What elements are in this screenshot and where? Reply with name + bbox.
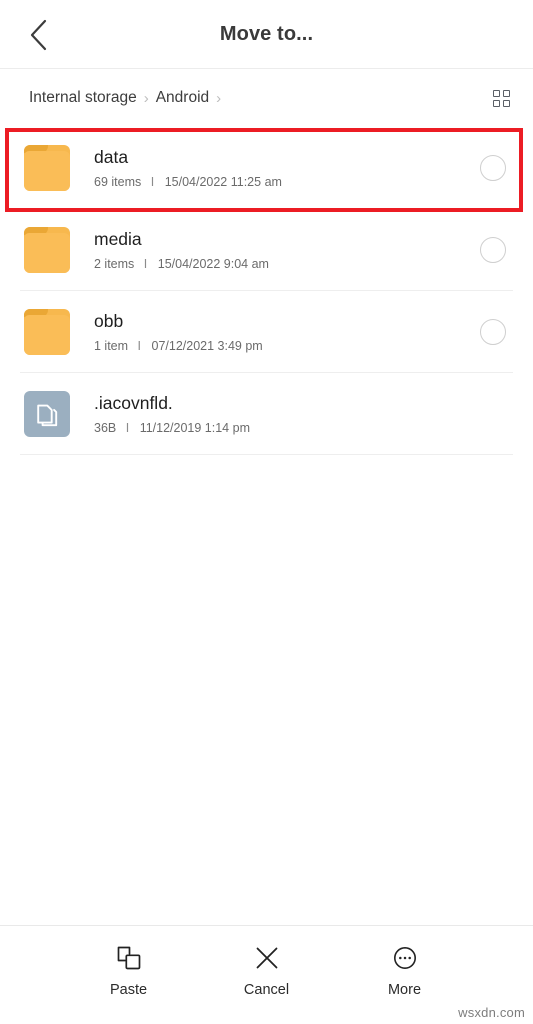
paste-button[interactable]: Paste	[84, 943, 174, 998]
file-subtitle: 2 items I 15/04/2022 9:04 am	[94, 257, 480, 272]
file-subtitle: 36B I 11/12/2019 1:14 pm	[94, 421, 480, 436]
close-x-icon	[253, 943, 281, 973]
chevron-right-icon: ›	[143, 89, 149, 107]
row-divider	[20, 454, 513, 455]
grid-cell	[492, 89, 500, 97]
paste-label: Paste	[109, 982, 148, 998]
folder-icon	[24, 227, 70, 273]
chevron-right-icon: ›	[216, 89, 222, 107]
file-name: .iacovnfld.	[94, 393, 173, 413]
cancel-label: Cancel	[243, 982, 290, 998]
folder-icon	[24, 309, 70, 355]
select-radio-obb[interactable]	[480, 319, 506, 345]
file-name: data	[94, 147, 129, 167]
list-item[interactable]: data 69 items I 15/04/2022 11:25 am	[0, 127, 533, 209]
subtitle-separator: I	[143, 257, 148, 271]
grid-cell	[502, 99, 510, 107]
grid-cell	[492, 99, 500, 107]
list-item-meta: media 2 items I 15/04/2022 9:04 am	[94, 228, 480, 272]
list-item-meta: .iacovnfld. 36B I 11/12/2019 1:14 pm	[94, 392, 480, 436]
file-list: data 69 items I 15/04/2022 11:25 am medi…	[0, 127, 533, 455]
select-radio-media[interactable]	[480, 237, 506, 263]
grid-cell	[502, 89, 510, 97]
file-subtitle: 1 item I 07/12/2021 3:49 pm	[94, 339, 480, 354]
breadcrumb-bar: Internal storage › Android ›	[0, 69, 533, 127]
select-radio-data[interactable]	[480, 155, 506, 181]
folder-icon	[24, 145, 70, 191]
paste-icon	[115, 943, 143, 973]
page-title: Move to...	[219, 23, 314, 45]
breadcrumb-item-internal-storage[interactable]: Internal storage	[29, 89, 137, 107]
file-date: 15/04/2022 9:04 am	[157, 257, 269, 271]
grid-view-icon	[492, 89, 510, 107]
file-item-count: 1 item	[94, 339, 129, 353]
file-item-count: 2 items	[94, 257, 135, 271]
file-date: 07/12/2021 3:49 pm	[151, 339, 263, 353]
file-name: media	[94, 229, 142, 249]
cancel-button[interactable]: Cancel	[222, 943, 312, 998]
file-date: 11/12/2019 1:14 pm	[139, 421, 250, 435]
list-item[interactable]: media 2 items I 15/04/2022 9:04 am	[0, 209, 533, 291]
app-header: Move to...	[0, 0, 533, 69]
subtitle-separator: I	[150, 175, 155, 189]
list-item-meta: data 69 items I 15/04/2022 11:25 am	[94, 146, 480, 190]
more-button[interactable]: More	[360, 943, 450, 998]
list-item-meta: obb 1 item I 07/12/2021 3:49 pm	[94, 310, 480, 354]
bottom-toolbar: Paste Cancel More	[0, 925, 533, 1024]
file-document-icon	[24, 391, 70, 437]
more-circle-icon	[391, 943, 419, 973]
breadcrumb: Internal storage › Android ›	[29, 69, 228, 127]
more-label: More	[387, 982, 422, 998]
file-date: 15/04/2022 11:25 am	[164, 175, 282, 189]
subtitle-separator: I	[125, 421, 130, 435]
grid-view-toggle-button[interactable]	[485, 83, 517, 113]
subtitle-separator: I	[137, 339, 142, 353]
file-subtitle: 69 items I 15/04/2022 11:25 am	[94, 175, 480, 190]
watermark: wsxdn.com	[458, 1005, 525, 1020]
file-name: obb	[94, 311, 124, 331]
list-item[interactable]: .iacovnfld. 36B I 11/12/2019 1:14 pm	[0, 373, 533, 455]
list-item[interactable]: obb 1 item I 07/12/2021 3:49 pm	[0, 291, 533, 373]
file-item-count: 69 items	[94, 175, 142, 189]
breadcrumb-item-android[interactable]: Android	[156, 89, 209, 107]
file-size: 36B	[94, 421, 117, 435]
